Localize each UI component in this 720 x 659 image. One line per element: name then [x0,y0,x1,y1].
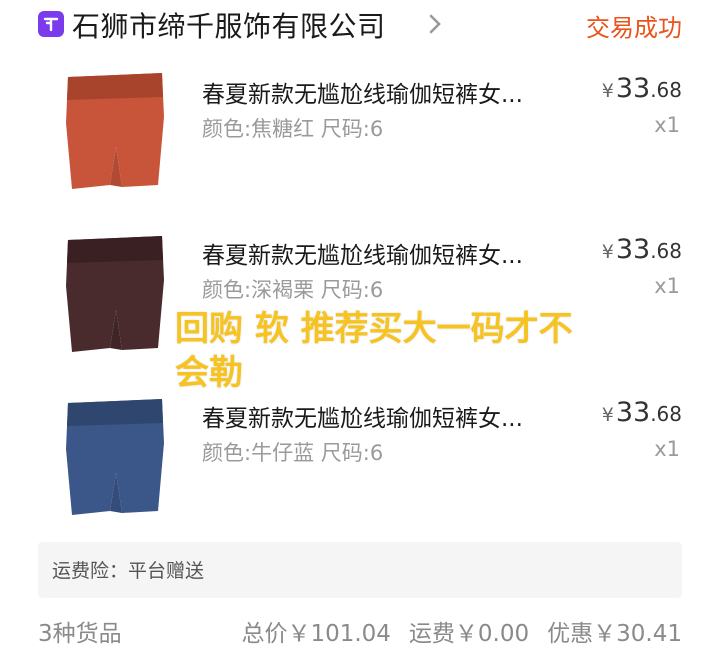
currency-symbol: ¥ [601,404,614,426]
total-price: 总价￥101.04 [241,621,391,647]
product-image[interactable] [40,391,190,541]
product-title[interactable]: 春夏新款无尴尬线瑜伽短裤女... [202,75,523,109]
product-image[interactable] [40,228,190,378]
product-title[interactable]: 春夏新款无尴尬线瑜伽短裤女... [202,236,523,270]
price-integer: 33 [615,234,651,265]
price-integer: 33 [615,397,651,428]
shipping-insurance-bar: 运费险：平台赠送 [38,542,682,598]
product-quantity: x1 [654,437,680,461]
order-header: 石狮市缔千服饰有限公司 交易成功 [0,0,720,48]
order-totals: 总价￥101.04 运费￥0.00 优惠￥30.41 [223,614,682,648]
product-price: ¥33.68 [602,234,682,265]
order-item[interactable]: 春夏新款无尴尬线瑜伽短裤女... 颜色:牛仔蓝 尺码:6 ¥33.68 x1 [0,391,720,541]
shop-name[interactable]: 石狮市缔千服饰有限公司 [72,5,386,45]
product-image[interactable] [40,65,190,215]
currency-symbol: ¥ [601,80,614,102]
price-decimal: .68 [650,78,682,102]
order-item[interactable]: 春夏新款无尴尬线瑜伽短裤女... 颜色:焦糖红 尺码:6 ¥33.68 x1 [0,65,720,215]
price-decimal: .68 [650,239,682,263]
discount-amount: 优惠￥30.41 [547,621,682,647]
price-decimal: .68 [650,402,682,426]
product-quantity: x1 [654,113,680,137]
shipping-fee: 运费￥0.00 [408,621,530,647]
product-title[interactable]: 春夏新款无尴尬线瑜伽短裤女... [202,399,523,433]
product-spec: 颜色:焦糖红 尺码:6 [202,117,384,141]
review-overlay-text: 回购 软 推荐买大一码才不会勒 [175,309,573,393]
product-quantity: x1 [654,274,680,298]
price-integer: 33 [615,73,651,104]
shipping-insurance-label: 运费险：平台赠送 [52,560,205,582]
product-price: ¥33.68 [602,73,682,104]
order-status: 交易成功 [586,14,682,42]
item-count: 3种货品 [38,621,122,647]
shop-logo-icon [38,11,64,37]
product-spec: 颜色:牛仔蓝 尺码:6 [202,441,384,465]
currency-symbol: ¥ [601,241,614,263]
order-summary: 3种货品 总价￥101.04 运费￥0.00 优惠￥30.41 [0,610,720,650]
chevron-right-icon[interactable] [428,12,442,36]
product-spec: 颜色:深褐栗 尺码:6 [202,278,384,302]
product-price: ¥33.68 [602,397,682,428]
